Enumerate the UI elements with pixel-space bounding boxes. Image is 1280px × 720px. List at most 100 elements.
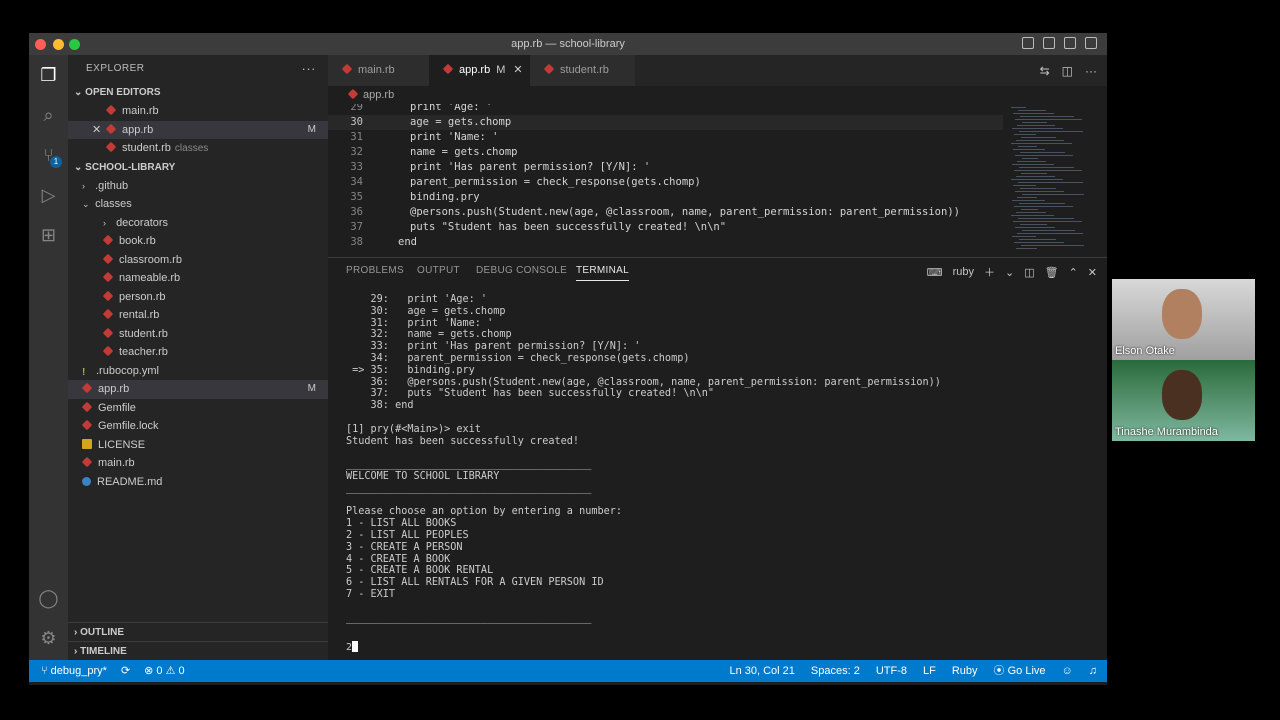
tab-output[interactable]: OUTPUT	[417, 265, 460, 276]
line-number: 32	[350, 146, 363, 158]
terminal-input-line[interactable]: 2	[346, 641, 359, 653]
sync-icon[interactable]: ⟳	[121, 660, 130, 682]
file-tree-item[interactable]: ⌄ classes	[68, 195, 328, 214]
line-code: @persons.push(Student.new(age, @classroo…	[410, 206, 960, 218]
language-mode[interactable]: Ruby	[952, 660, 978, 682]
branch-indicator[interactable]: ⑂ debug_pry*	[41, 660, 107, 682]
ruby-file-icon	[81, 456, 93, 468]
toggle-sidebar-icon[interactable]	[1022, 37, 1034, 49]
participant-video-tile: Elson Otake	[1112, 279, 1255, 360]
ruby-file-icon	[105, 104, 117, 116]
file-tree-item[interactable]: Gemfile.lock	[68, 417, 328, 436]
notifications-bell-icon[interactable]: ♫	[1089, 660, 1097, 682]
line-code: name = gets.chomp	[410, 146, 518, 158]
problems-count[interactable]: ⊗ 0 ⚠ 0	[144, 660, 184, 682]
toggle-secondary-sidebar-icon[interactable]	[1064, 37, 1076, 49]
tab-app-rb[interactable]: app.rb M ✕	[429, 55, 530, 86]
tab-main-rb[interactable]: main.rb	[328, 55, 429, 86]
code-line[interactable]: 37 puts "Student has been successfully cr…	[328, 220, 1003, 235]
toggle-panel-icon[interactable]	[1043, 37, 1055, 49]
trash-icon[interactable]: 🗑	[1045, 266, 1059, 279]
cursor-position[interactable]: Ln 30, Col 21	[729, 660, 794, 682]
code-line[interactable]: 38 end	[328, 235, 1003, 250]
terminal-line: 36: @persons.push(Student.new(age, @clas…	[346, 376, 941, 388]
code-line[interactable]: 36 @persons.push(Student.new(age, @classr…	[328, 205, 1003, 220]
open-editors-header[interactable]: ⌄ OPEN EDITORS	[68, 83, 328, 102]
tab-debug-console[interactable]: DEBUG CONSOLE	[476, 265, 567, 276]
outline-section[interactable]: › OUTLINE	[68, 622, 328, 641]
terminal-line: ________________________________________	[346, 612, 592, 624]
tab-student-rb[interactable]: student.rb	[530, 55, 635, 86]
open-editor-item[interactable]: ✕ app.rb M	[68, 120, 328, 140]
file-tree-item[interactable]: student.rb	[68, 325, 328, 344]
minimap-line	[1020, 152, 1065, 153]
code-line[interactable]: 34 parent_permission = check_response(get…	[328, 175, 1003, 190]
file-tree-item[interactable]: main.rb	[68, 454, 328, 473]
file-tree-item[interactable]: nameable.rb	[68, 269, 328, 288]
breadcrumb[interactable]: app.rb	[328, 86, 1107, 104]
minimap-line	[1012, 200, 1045, 201]
settings-gear-icon[interactable]: ⚙	[38, 628, 59, 649]
close-editor-icon[interactable]: ✕	[92, 121, 106, 140]
split-editor-icon[interactable]: ◫	[1062, 64, 1073, 78]
ruby-file-icon	[102, 253, 114, 264]
minimap-line	[1016, 176, 1055, 177]
new-terminal-icon[interactable]: ＋	[984, 264, 995, 280]
ruby-file-icon	[347, 88, 359, 100]
file-tree-item[interactable]: classroom.rb	[68, 251, 328, 270]
terminal-line: 30: age = gets.chomp	[346, 305, 506, 317]
end-of-line[interactable]: LF	[923, 660, 936, 682]
file-tree-item[interactable]: ! .rubocop.yml	[68, 362, 328, 381]
maximize-panel-icon[interactable]: ⌃	[1069, 266, 1078, 279]
file-tree-item[interactable]: rental.rb	[68, 306, 328, 325]
more-actions-icon[interactable]: ···	[302, 55, 317, 83]
code-line[interactable]: 31 print 'Name: '	[328, 130, 1003, 145]
open-editor-item[interactable]: main.rb	[68, 102, 328, 121]
code-line[interactable]: 30 age = gets.chomp	[328, 115, 1003, 130]
file-tree-item[interactable]: book.rb	[68, 232, 328, 251]
file-tree-item[interactable]: › .github	[68, 177, 328, 196]
account-icon[interactable]: ◯	[38, 588, 59, 609]
close-tab-icon[interactable]: ✕	[513, 64, 522, 76]
close-panel-icon[interactable]: ✕	[1088, 266, 1097, 279]
file-tree-item[interactable]: › decorators	[68, 214, 328, 233]
file-tree-item[interactable]: README.md	[68, 473, 328, 492]
split-terminal-icon[interactable]: ◫	[1024, 266, 1034, 279]
file-tree-item[interactable]: app.rb M	[68, 380, 328, 399]
file-tree-item-label: Gemfile	[98, 401, 136, 414]
code-line[interactable]: 32 name = gets.chomp	[328, 145, 1003, 160]
encoding[interactable]: UTF-8	[876, 660, 907, 682]
timeline-section[interactable]: › TIMELINE	[68, 641, 328, 660]
source-control-icon[interactable]: ⑂ 1	[38, 145, 62, 168]
code-line[interactable]: 35 binding.pry	[328, 190, 1003, 205]
extensions-icon[interactable]: ⊞	[38, 225, 59, 246]
code-line[interactable]: 29 print 'Age: '	[328, 104, 1003, 115]
run-debug-icon[interactable]: ▷	[38, 185, 59, 206]
more-actions-icon[interactable]: ···	[1085, 64, 1097, 78]
file-tree-item[interactable]: LICENSE	[68, 436, 328, 455]
chevron-down-icon[interactable]: ⌄	[1005, 266, 1014, 279]
open-changes-icon[interactable]: ⇆	[1040, 64, 1050, 78]
file-tree-item-label: person.rb	[119, 290, 166, 303]
explorer-icon[interactable]: ❐	[38, 65, 59, 86]
code-editor[interactable]: 29 print 'Age: ' 30 age = gets.chomp 31 print…	[328, 104, 1107, 257]
file-tree-item[interactable]: person.rb	[68, 288, 328, 307]
customize-layout-icon[interactable]	[1085, 37, 1097, 49]
tab-terminal[interactable]: TERMINAL	[576, 265, 629, 281]
terminal-shell-label[interactable]: ruby	[953, 266, 974, 278]
search-icon[interactable]: ⌕	[38, 105, 59, 126]
minimap-line	[1014, 242, 1064, 243]
open-editor-item[interactable]: student.rb classes	[68, 139, 328, 158]
minimap-line	[1011, 215, 1054, 216]
minimap-line	[1018, 146, 1037, 147]
indentation[interactable]: Spaces: 2	[811, 660, 860, 682]
project-header[interactable]: ⌄ SCHOOL-LIBRARY	[68, 158, 328, 177]
code-line[interactable]: 33 print 'Has parent permission? [Y/N]: '	[328, 160, 1003, 175]
minimap[interactable]	[1009, 104, 1099, 257]
file-tree-item[interactable]: Gemfile	[68, 399, 328, 418]
terminal-output[interactable]: 29: print 'Age: ' 30: age = gets.chomp 3…	[346, 294, 1086, 624]
tab-problems[interactable]: PROBLEMS	[346, 265, 404, 276]
go-live-button[interactable]: ⦿ Go Live	[994, 660, 1046, 682]
file-tree-item[interactable]: teacher.rb	[68, 343, 328, 362]
feedback-icon[interactable]: ☺	[1062, 660, 1073, 682]
